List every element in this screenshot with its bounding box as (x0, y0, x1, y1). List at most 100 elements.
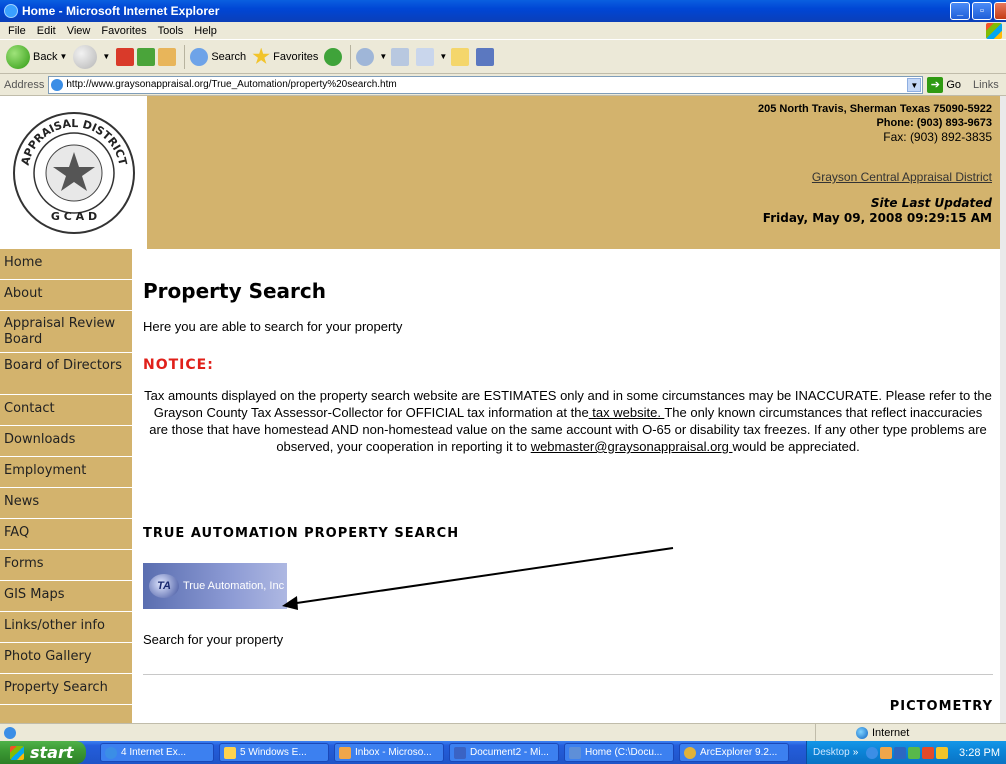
chevron-down-icon[interactable]: ▼ (907, 77, 922, 92)
start-label: start (30, 743, 74, 762)
search-property-link[interactable]: Search for your property (143, 632, 283, 647)
chevron-down-icon[interactable]: ▼ (439, 52, 447, 61)
address-input[interactable]: http://www.graysonappraisal.org/True_Aut… (48, 75, 924, 94)
last-updated: Site Last Updated Friday, May 09, 2008 0… (763, 196, 992, 226)
nav-property-search[interactable]: Property Search (0, 674, 132, 705)
links-button[interactable]: Links (973, 79, 999, 91)
ie-icon (4, 4, 18, 18)
nav-appraisal-review-board[interactable]: Appraisal Review Board (0, 311, 132, 353)
desktop-toolbar[interactable]: Desktop (813, 747, 850, 758)
menu-file[interactable]: File (8, 25, 26, 37)
window-title-bar: Home - Microsoft Internet Explorer _ ▫ (0, 0, 1006, 22)
task-label: 4 Internet Ex... (121, 747, 187, 758)
nav-forms[interactable]: Forms (0, 550, 132, 581)
favorites-label: Favorites (273, 50, 319, 63)
nav-photo-gallery[interactable]: Photo Gallery (0, 643, 132, 674)
folder-icon (224, 746, 236, 759)
toolbar: Back ▼ ▼ Search Favorites ▼ ▼ (0, 40, 1006, 74)
start-button[interactable]: start (0, 741, 86, 764)
discuss-icon[interactable] (451, 47, 470, 66)
nav-employment[interactable]: Employment (0, 457, 132, 488)
nav-home[interactable]: Home (0, 249, 132, 280)
taskbar: start 4 Internet Ex... 5 Windows E... In… (0, 741, 1006, 764)
security-icon[interactable] (922, 746, 935, 759)
edit-icon[interactable] (416, 47, 435, 66)
menu-view[interactable]: View (67, 25, 91, 37)
refresh-icon[interactable] (137, 47, 156, 66)
go-button[interactable]: ➔ Go (927, 76, 961, 93)
menu-tools[interactable]: Tools (158, 25, 184, 37)
nav-gis-maps[interactable]: GIS Maps (0, 581, 132, 612)
updated-date: Friday, May 09, 2008 09:29:15 AM (762, 211, 992, 225)
nav-links-other-info[interactable]: Links/other info (0, 612, 132, 643)
editor-icon (569, 746, 581, 759)
menu-edit[interactable]: Edit (37, 25, 56, 37)
sidebar-nav: Home About Appraisal Review Board Board … (0, 249, 132, 723)
taskbar-item-explorer[interactable]: 5 Windows E... (219, 743, 329, 762)
menu-help[interactable]: Help (194, 25, 217, 37)
chevron-down-icon[interactable]: ▼ (379, 52, 387, 61)
maximize-button[interactable]: ▫ (972, 2, 992, 20)
search-label: Search (211, 50, 247, 63)
address-url[interactable]: http://www.graysonappraisal.org/True_Aut… (66, 79, 396, 90)
page-viewport: APPRAISAL DISTRICT G C A D 205 North Tra… (0, 96, 1000, 723)
chevron-right-icon[interactable]: » (853, 747, 859, 758)
nav-downloads[interactable]: Downloads (0, 426, 132, 457)
outlook-tray-icon[interactable] (880, 746, 893, 759)
webmaster-email-link[interactable]: webmaster@graysonappraisal.org (531, 439, 733, 454)
contact-block: 205 North Travis, Sherman Texas 75090-59… (758, 102, 992, 144)
taskbar-item-home[interactable]: Home (C:\Docu... (564, 743, 674, 762)
media-icon[interactable] (324, 47, 343, 66)
address-bar: Address http://www.graysonappraisal.org/… (0, 74, 1006, 96)
home-icon[interactable] (158, 47, 177, 66)
clock[interactable]: 3:28 PM (959, 747, 1000, 759)
taskbar-item-outlook[interactable]: Inbox - Microso... (334, 743, 444, 762)
fax-number: Fax: (903) 892-3835 (883, 130, 992, 144)
history-icon[interactable] (356, 47, 375, 66)
stop-icon[interactable] (116, 47, 135, 66)
close-button[interactable] (994, 2, 1006, 20)
updated-label: Site Last Updated (870, 196, 992, 210)
nav-board-of-directors[interactable]: Board of Directors (0, 353, 132, 395)
nav-about[interactable]: About (0, 280, 132, 311)
chevron-down-icon[interactable]: ▼ (102, 52, 110, 61)
back-button[interactable]: Back ▼ (6, 44, 67, 69)
vpn-icon[interactable] (894, 746, 907, 759)
menu-favorites[interactable]: Favorites (101, 25, 146, 37)
forward-button[interactable]: ▼ (73, 44, 110, 69)
favorites-button[interactable]: Favorites (252, 47, 319, 66)
taskbar-item-arcexplorer[interactable]: ArcExplorer 9.2... (679, 743, 789, 762)
volume-icon[interactable] (936, 746, 949, 759)
windows-logo-icon (986, 23, 1002, 39)
chevron-down-icon[interactable]: ▼ (59, 52, 67, 61)
print-icon[interactable] (391, 47, 410, 66)
back-label: Back (33, 50, 58, 63)
status-bar: Internet (0, 723, 1006, 742)
ie-icon (105, 746, 117, 759)
forward-arrow-icon (73, 44, 98, 69)
taskbar-item-word[interactable]: Document2 - Mi... (449, 743, 559, 762)
nav-contact[interactable]: Contact (0, 395, 132, 426)
network-icon[interactable] (866, 746, 879, 759)
window-title: Home - Microsoft Internet Explorer (22, 4, 220, 18)
users-icon[interactable] (908, 746, 921, 759)
windows-flag-icon (10, 745, 24, 760)
vertical-scrollbar[interactable] (1000, 96, 1006, 723)
tax-website-link[interactable]: tax website. (589, 405, 665, 420)
ta-logo-text: True Automation, Inc (183, 580, 285, 592)
task-label: 5 Windows E... (240, 747, 307, 758)
arcexplorer-icon (684, 746, 696, 759)
nav-faq[interactable]: FAQ (0, 519, 132, 550)
taskbar-item-ie[interactable]: 4 Internet Ex... (100, 743, 214, 762)
research-icon[interactable] (476, 47, 495, 66)
true-automation-logo[interactable]: TA True Automation, Inc (143, 563, 287, 609)
nav-news[interactable]: News (0, 488, 132, 519)
seal-cell: APPRAISAL DISTRICT G C A D (0, 96, 147, 249)
globe-icon (856, 727, 868, 739)
district-link[interactable]: Grayson Central Appraisal District (812, 170, 992, 184)
menu-bar: File Edit View Favorites Tools Help (0, 22, 1006, 40)
toolbar-divider (350, 44, 352, 69)
search-button[interactable]: Search (190, 47, 247, 66)
minimize-button[interactable]: _ (950, 2, 970, 20)
go-arrow-icon: ➔ (927, 76, 944, 93)
